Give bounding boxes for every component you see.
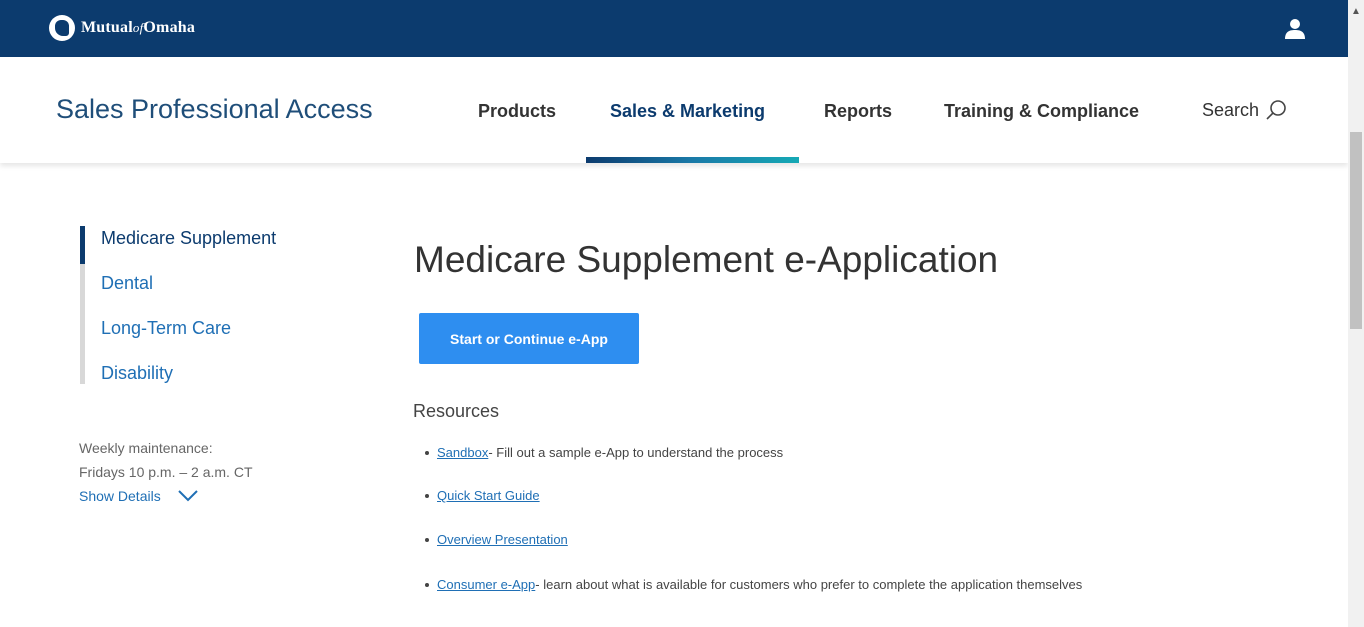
show-details-label: Show Details (79, 488, 161, 504)
mutual-of-omaha-logo[interactable]: MutualofOmaha (49, 14, 195, 42)
bullet-icon (425, 582, 429, 587)
list-item: Sandbox - Fill out a sample e-App to und… (425, 445, 783, 460)
list-item: Overview Presentation (425, 532, 568, 547)
top-brand-bar: MutualofOmaha (0, 0, 1348, 57)
nav-sales-marketing[interactable]: Sales & Marketing (610, 101, 765, 122)
vertical-scrollbar[interactable]: ▲ (1348, 0, 1364, 627)
list-item: Quick Start Guide (425, 488, 540, 503)
maintenance-line-1: Weekly maintenance: (79, 440, 213, 456)
nav-products[interactable]: Products (478, 101, 556, 122)
maintenance-notice: Weekly maintenance: Fridays 10 p.m. – 2 … (79, 436, 253, 484)
sandbox-link[interactable]: Sandbox (437, 445, 488, 460)
consumer-eapp-link[interactable]: Consumer e-App (437, 577, 535, 592)
sidebar-item-dental[interactable]: Dental (101, 273, 153, 294)
search-icon (1266, 100, 1286, 120)
sidebar-active-indicator (80, 226, 85, 264)
sidebar-item-medicare-supplement[interactable]: Medicare Supplement (101, 228, 276, 249)
logo-wordmark: MutualofOmaha (81, 19, 196, 36)
search-button[interactable]: Search (1202, 99, 1287, 121)
search-label: Search (1202, 99, 1260, 120)
sidebar-item-disability[interactable]: Disability (101, 363, 173, 384)
maintenance-line-2: Fridays 10 p.m. – 2 a.m. CT (79, 464, 253, 480)
page-title: Medicare Supplement e-Application (414, 239, 999, 280)
list-item: Consumer e-App - learn about what is ava… (425, 577, 1082, 592)
scrollbar-thumb[interactable] (1350, 132, 1362, 329)
resource-description: - Fill out a sample e-App to understand … (488, 445, 784, 460)
sidebar-item-long-term-care[interactable]: Long-Term Care (101, 318, 231, 339)
show-details-toggle[interactable]: Show Details (79, 488, 199, 504)
active-nav-indicator (586, 157, 799, 163)
chevron-down-icon (177, 490, 198, 502)
scroll-up-arrow-icon[interactable]: ▲ (1348, 4, 1364, 18)
quick-start-guide-link[interactable]: Quick Start Guide (437, 488, 540, 503)
start-or-continue-eapp-button[interactable]: Start or Continue e-App (419, 313, 639, 364)
resources-heading: Resources (413, 401, 500, 421)
nav-training-compliance[interactable]: Training & Compliance (944, 101, 1139, 122)
resource-description: - learn about what is available for cust… (535, 577, 1083, 592)
main-navigation: Sales Professional Access Products Sales… (0, 57, 1348, 163)
bullet-icon (425, 537, 429, 542)
user-icon[interactable] (1284, 18, 1306, 40)
nav-reports[interactable]: Reports (824, 101, 892, 122)
site-title[interactable]: Sales Professional Access (56, 94, 373, 125)
bullet-icon (425, 450, 429, 455)
overview-presentation-link[interactable]: Overview Presentation (437, 532, 568, 547)
indian-head-logo-icon (49, 15, 75, 41)
bullet-icon (425, 493, 429, 498)
